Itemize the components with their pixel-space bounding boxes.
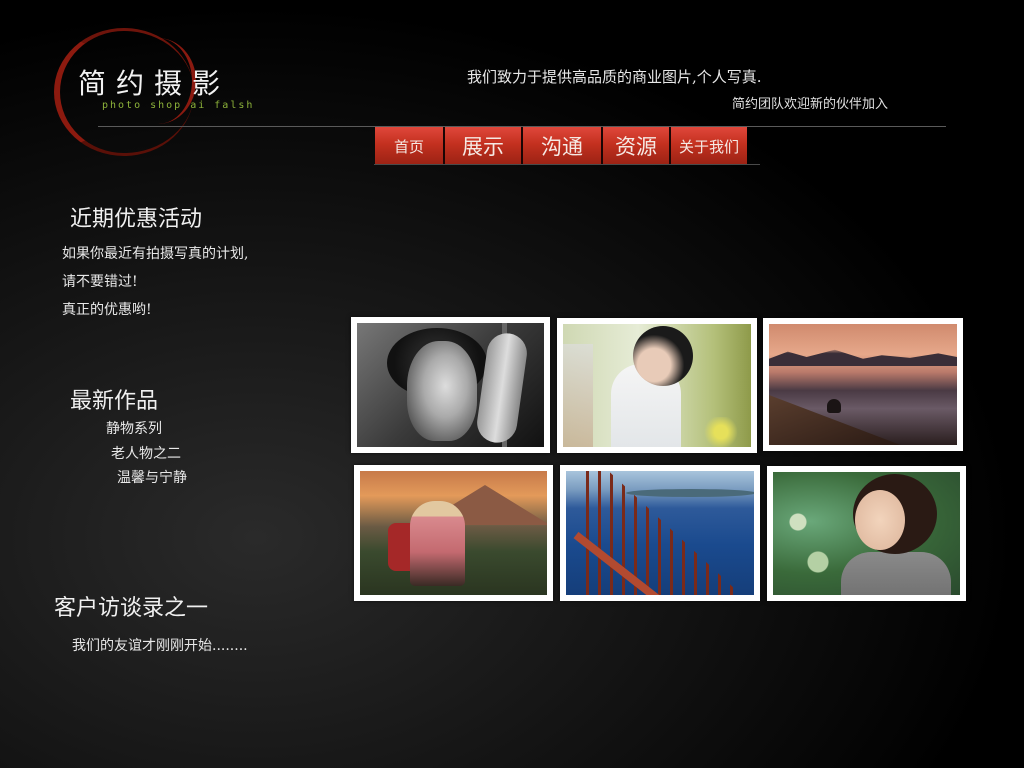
nav-resources[interactable]: 资源	[603, 127, 671, 165]
gallery-photo-2[interactable]	[557, 318, 757, 453]
header-recruit-text: 简约团队欢迎新的伙伴加入	[732, 97, 889, 112]
works-item-old-people[interactable]: 老人物之二	[111, 443, 181, 463]
nav-communicate[interactable]: 沟通	[523, 127, 603, 165]
gallery-photo-6[interactable]	[767, 466, 966, 601]
portrait-image	[357, 323, 544, 447]
promo-line-1: 如果你最近有拍摄写真的计划,	[62, 246, 249, 262]
works-item-still-life[interactable]: 静物系列	[106, 418, 162, 438]
gallery-photo-5[interactable]	[560, 465, 760, 601]
works-title[interactable]: 最新作品	[70, 383, 158, 415]
gallery-photo-3[interactable]	[763, 318, 963, 451]
brand-title: 简约摄影	[78, 67, 231, 100]
interview-text: 我们的友谊才刚刚开始........	[72, 638, 248, 654]
gallery-photo-4[interactable]	[354, 465, 553, 601]
promo-line-3: 真正的优惠哟!	[62, 302, 152, 318]
nav-about-us[interactable]: 关于我们	[671, 127, 747, 165]
nav-underline	[374, 164, 760, 165]
landscape-image	[360, 471, 547, 595]
nav-showcase[interactable]: 展示	[445, 127, 523, 165]
portrait-image	[773, 472, 960, 595]
portrait-image	[563, 324, 751, 447]
promo-line-2: 请不要错过!	[62, 274, 138, 290]
interview-title[interactable]: 客户访谈录之一	[54, 590, 208, 622]
landscape-image	[769, 324, 957, 445]
nav-home[interactable]: 首页	[375, 127, 445, 165]
works-item-warm-quiet[interactable]: 温馨与宁静	[117, 467, 187, 487]
promo-title[interactable]: 近期优惠活动	[70, 201, 202, 233]
brand-subtitle: photo shop ai falsh	[102, 100, 255, 111]
header-slogan: 我们致力于提供高品质的商业图片,个人写真.	[467, 68, 762, 86]
gallery-photo-1[interactable]	[351, 317, 550, 453]
main-nav: 首页 展示 沟通 资源 关于我们	[375, 127, 747, 165]
landscape-image	[566, 471, 754, 595]
